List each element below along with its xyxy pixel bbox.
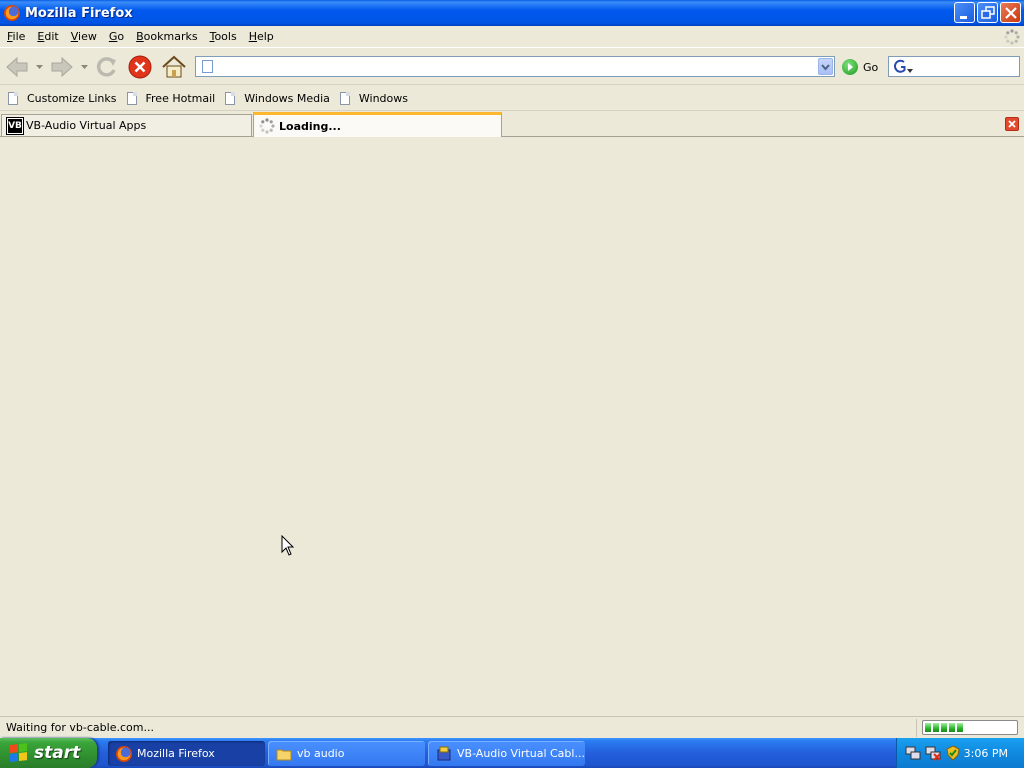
start-button[interactable]: start	[0, 738, 97, 768]
bookmark-free-hotmail[interactable]: Free Hotmail	[126, 91, 215, 105]
window-title: Mozilla Firefox	[25, 5, 133, 21]
page-icon	[202, 60, 213, 73]
loading-spinner-icon	[259, 118, 275, 134]
tab-vb-audio[interactable]: VB VB-Audio Virtual Apps	[1, 114, 252, 136]
page-icon	[225, 91, 236, 105]
taskbar-button-firefox[interactable]: Mozilla Firefox	[108, 741, 265, 766]
close-tab-button[interactable]	[1005, 117, 1019, 131]
progress-segment	[957, 723, 963, 732]
taskbar-button-label: Mozilla Firefox	[137, 747, 215, 760]
bookmarks-toolbar: Customize Links Free Hotmail Windows Med…	[0, 86, 1024, 111]
back-dropdown-icon[interactable]	[36, 65, 43, 69]
url-dropdown-button[interactable]	[818, 58, 833, 75]
bookmark-customize-links[interactable]: Customize Links	[8, 91, 117, 105]
minimize-button[interactable]	[954, 2, 975, 23]
progress-segment	[925, 723, 931, 732]
windows-logo-icon	[10, 743, 28, 763]
page-icon	[339, 91, 350, 105]
page-icon	[8, 91, 18, 105]
go-label: Go	[863, 60, 879, 74]
chevron-down-icon	[821, 64, 830, 71]
title-bar[interactable]: Mozilla Firefox	[0, 0, 1024, 26]
reload-icon[interactable]	[93, 53, 121, 81]
network-disconnected-icon[interactable]	[925, 745, 941, 761]
forward-dropdown-icon[interactable]	[81, 65, 88, 69]
close-icon	[1005, 7, 1017, 19]
status-text: Waiting for vb-cable.com...	[6, 721, 154, 734]
go-icon	[842, 59, 858, 75]
tab-label: VB-Audio Virtual Apps	[26, 119, 147, 132]
firefox-icon	[4, 5, 20, 21]
mouse-cursor-icon	[281, 535, 295, 556]
vb-audio-favicon: VB	[6, 116, 24, 135]
url-input[interactable]	[218, 58, 808, 75]
stop-icon[interactable]	[126, 53, 154, 81]
close-icon	[1008, 120, 1016, 128]
minimize-icon	[960, 16, 967, 19]
taskbar-button-vb-audio-installer[interactable]: VB-Audio Virtual Cabl...	[428, 741, 585, 766]
clock[interactable]: 3:06 PM	[964, 747, 1008, 760]
throbber-icon	[1004, 29, 1020, 45]
start-label: start	[34, 743, 81, 763]
menu-bookmarks[interactable]: Bookmarks	[130, 30, 203, 43]
tab-strip: VB VB-Audio Virtual Apps Loading...	[0, 111, 1024, 137]
restore-button[interactable]	[977, 2, 998, 23]
progress-fill	[925, 723, 1015, 732]
bookmark-windows-media[interactable]: Windows Media	[225, 91, 330, 105]
taskbar-button-label: VB-Audio Virtual Cabl...	[457, 747, 585, 760]
status-bar: Waiting for vb-cable.com...	[0, 716, 1024, 738]
go-button[interactable]: Go	[842, 59, 878, 75]
progress-bar	[922, 720, 1018, 735]
taskbar-button-label: vb audio	[297, 747, 345, 760]
menu-tools[interactable]: Tools	[204, 30, 243, 43]
progress-segment	[933, 723, 939, 732]
tab-loading[interactable]: Loading...	[253, 112, 502, 137]
network-icon[interactable]	[905, 745, 921, 761]
search-engine-icon[interactable]	[893, 59, 913, 74]
window-controls	[954, 2, 1021, 23]
progress-segment	[949, 723, 955, 732]
menu-go[interactable]: Go	[103, 30, 130, 43]
address-bar[interactable]	[195, 56, 835, 77]
bookmark-windows[interactable]: Windows	[339, 91, 408, 105]
close-window-button[interactable]	[1000, 2, 1021, 23]
menu-bar: File Edit View Go Bookmarks Tools Help	[0, 26, 1024, 48]
folder-icon	[276, 749, 292, 760]
security-shield-icon[interactable]	[945, 745, 961, 761]
progress-segment	[941, 723, 947, 732]
search-bar[interactable]	[888, 56, 1020, 77]
menu-edit[interactable]: Edit	[31, 30, 64, 43]
menu-help[interactable]: Help	[243, 30, 280, 43]
navigation-toolbar: Go	[0, 49, 1024, 85]
status-divider	[916, 719, 917, 737]
firefox-icon	[116, 745, 132, 762]
home-icon[interactable]	[160, 53, 188, 81]
restore-icon	[981, 6, 995, 19]
page-content[interactable]	[0, 138, 1024, 716]
menu-file[interactable]: File	[1, 30, 31, 43]
taskbar: start Mozilla Firefox vb audio VB-Audio …	[0, 738, 1024, 768]
menu-view[interactable]: View	[65, 30, 103, 43]
page-icon	[126, 91, 137, 105]
forward-arrow-icon[interactable]	[48, 53, 76, 81]
back-arrow-icon[interactable]	[3, 53, 31, 81]
installer-icon	[437, 746, 451, 760]
taskbar-button-vb-audio-folder[interactable]: vb audio	[268, 741, 425, 766]
tab-label: Loading...	[279, 119, 341, 133]
system-tray: 3:06 PM	[896, 738, 1024, 768]
